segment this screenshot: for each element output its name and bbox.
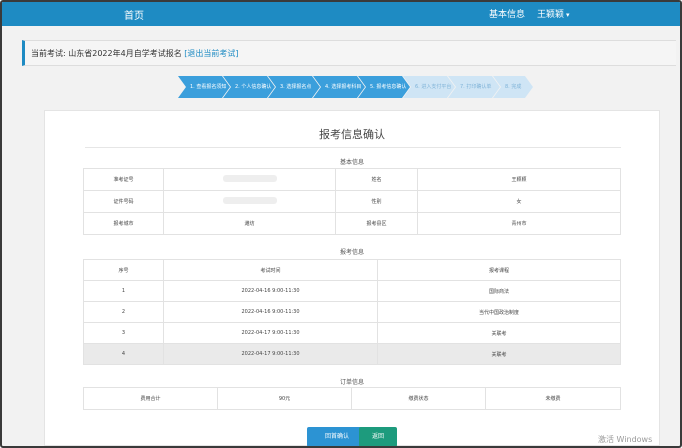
table-row: 1 2022-04-16 9:00-11:30 国际商法: [83, 280, 621, 302]
caret-down-icon: ▾: [566, 11, 570, 19]
step-4: 4. 选择报考科目: [313, 76, 365, 98]
table-row: 费用合计 90元 缴费状态 未缴费: [83, 387, 621, 410]
current-exam-name: 山东省2022年4月自学考试报名: [68, 49, 182, 58]
page-title: 报考信息确认: [319, 128, 385, 141]
exit-exam-link[interactable]: [退出当前考试]: [184, 49, 238, 58]
table-row: 证件号码 性别 女: [83, 190, 621, 213]
table-row: 3 2022-04-17 9:00-11:30 关联考: [83, 322, 621, 344]
table-row: 报考城市 潍坊 报考县区 青州市: [83, 212, 621, 235]
masked-value: [222, 197, 277, 204]
confirm-panel: 报考信息确认 基本信息 准考证号 姓名 王颖颖 证件号码 性别 女 报考城市 潍…: [44, 110, 660, 446]
masked-value: [222, 175, 277, 182]
step-5: 5. 报考信息确认: [358, 76, 410, 98]
top-navbar: 首页 基本信息 王颖颖 ▾: [2, 2, 680, 26]
basic-info-table: 准考证号 姓名 王颖颖 证件号码 性别 女 报考城市 潍坊 报考县区 青州市: [83, 168, 621, 235]
step-6: 6. 进入支付平台: [403, 76, 455, 98]
step-3: 3. 选择报名点: [268, 76, 320, 98]
table-row: 准考证号 姓名 王颖颖: [83, 168, 621, 191]
current-exam-bar: 当前考试: 山东省2022年4月自学考试报名 [退出当前考试]: [22, 40, 676, 66]
previous-confirm-button[interactable]: 回首确认: [307, 427, 367, 446]
app-window: 首页 基本信息 王颖颖 ▾ 当前考试: 山东省2022年4月自学考试报名 [退出当…: [0, 0, 682, 448]
order-table: 费用合计 90元 缴费状态 未缴费: [83, 387, 621, 410]
step-7: 7. 打印确认单: [448, 76, 500, 98]
table-header-row: 序号 考试时间 报考课程: [83, 259, 621, 281]
user-menu[interactable]: 王颖颖 ▾: [537, 7, 570, 20]
nav-basic-info-link[interactable]: 基本信息: [489, 7, 525, 20]
title-divider: [85, 147, 621, 148]
user-name: 王颖颖: [537, 10, 565, 20]
basic-info-heading: 基本信息: [339, 159, 364, 166]
current-exam-label: 当前考试:: [31, 49, 66, 58]
step-2: 2. 个人信息确认: [223, 76, 275, 98]
windows-activation-watermark: 激活 Windows: [598, 435, 653, 444]
step-1: 1. 查看报名须知: [178, 76, 230, 98]
table-row: 2 2022-04-16 9:00-11:30 当代中国政治制度: [83, 301, 621, 323]
course-table: 序号 考试时间 报考课程 1 2022-04-16 9:00-11:30 国际商…: [83, 259, 621, 365]
order-info-heading: 订单信息: [339, 379, 364, 386]
nav-home-link[interactable]: 首页: [124, 7, 144, 22]
table-row: 4 2022-04-17 9:00-11:30 关联考: [83, 343, 621, 365]
back-button[interactable]: 返回: [359, 427, 397, 446]
course-info-heading: 报考信息: [339, 249, 364, 256]
